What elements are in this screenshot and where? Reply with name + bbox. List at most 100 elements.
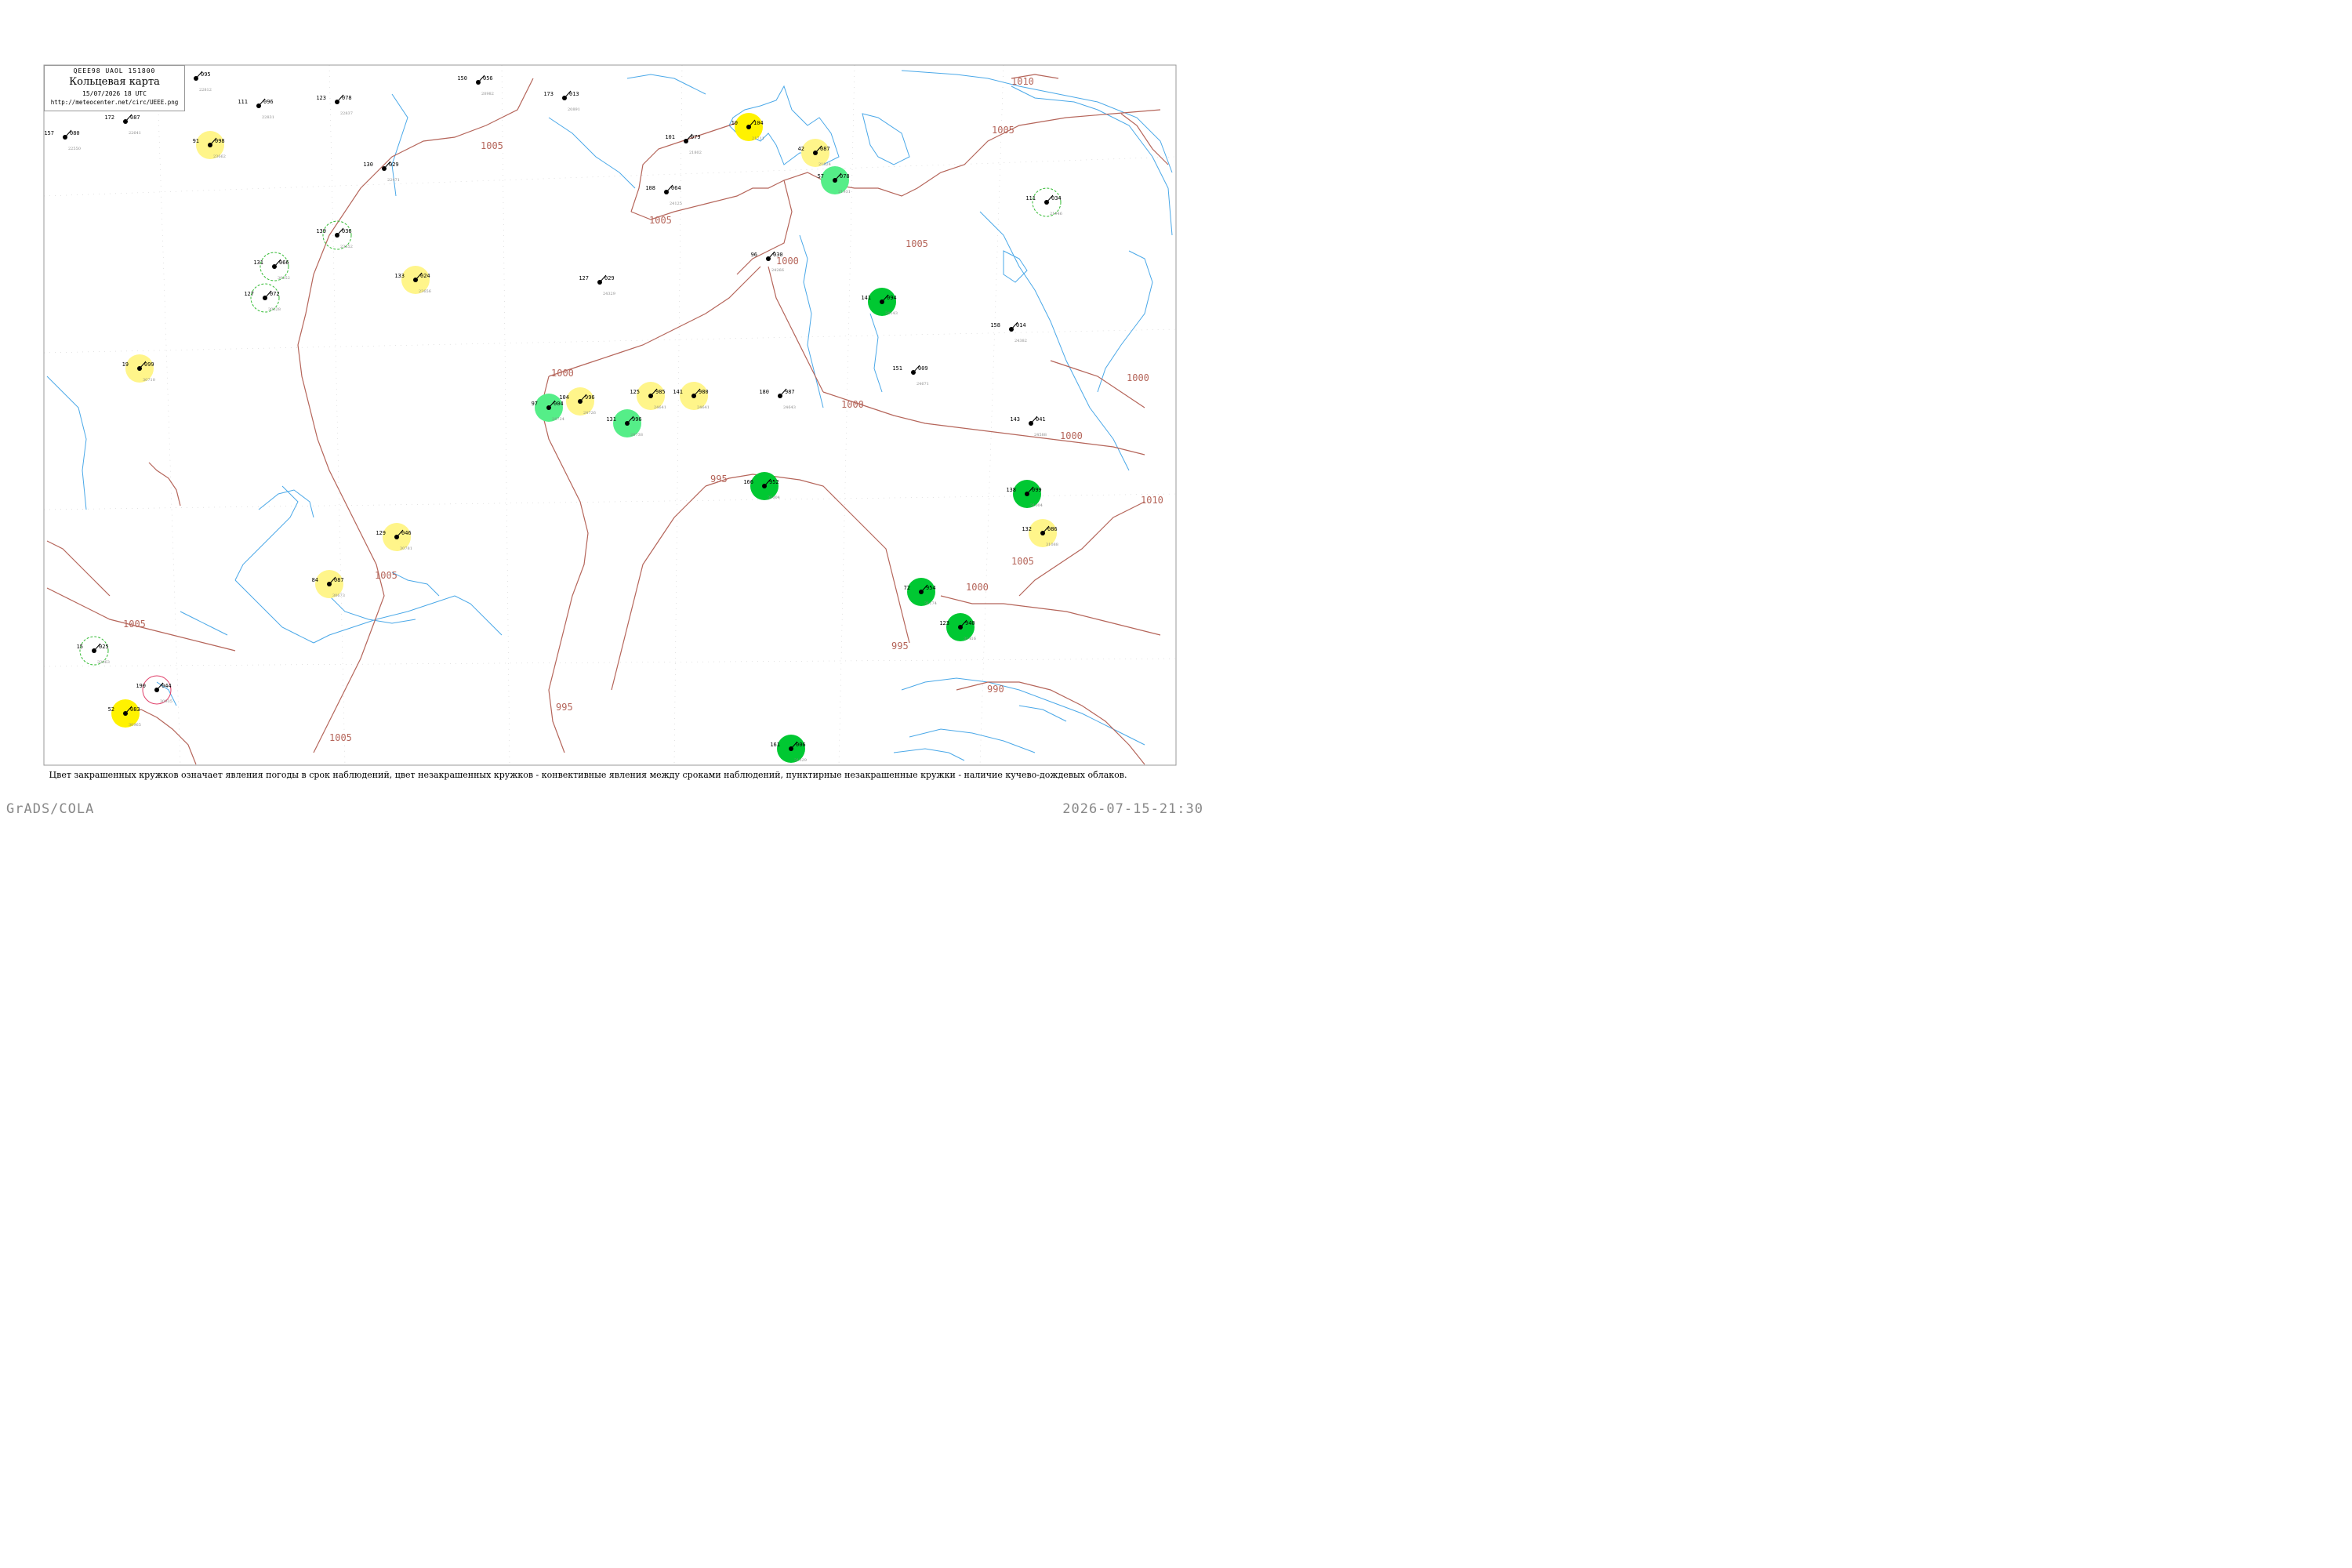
isobar-label: 1005 (906, 238, 928, 249)
station-id: 31004 (768, 495, 780, 500)
station-id: 21824 (818, 162, 831, 167)
station-plot[interactable]: 57 078 21931 (818, 166, 851, 194)
station-pressure: 013 (569, 91, 579, 97)
station-plot[interactable]: 161 006 31329 (770, 735, 807, 763)
station-id: 31329 (794, 758, 807, 763)
station-plot[interactable]: 151 009 24671 (892, 365, 929, 387)
station-id: 24266 (771, 268, 784, 273)
station-plot[interactable]: 104 996 24726 (559, 387, 596, 416)
station-value-left: 91 (193, 138, 199, 144)
source-url[interactable]: http://meteocenter.net/circ/UEEE.png (45, 99, 184, 106)
station-value-left: 180 (759, 389, 769, 395)
station-plot[interactable]: 131 996 24738 (606, 409, 643, 437)
station-pressure: 072 (270, 291, 280, 297)
station-id: 23552 (340, 245, 353, 249)
bulletin-code: QEEE98 UAOL 151800 (73, 67, 156, 74)
station-pressure: 034 (1051, 195, 1062, 201)
station-plot[interactable]: 111 034 21946 (1025, 187, 1062, 217)
station-id: 24588 (1034, 433, 1047, 437)
station-value-left: 101 (665, 134, 675, 140)
station-plot[interactable]: 15 025 32063 (77, 636, 110, 666)
station-plot[interactable]: 157 080 22550 (44, 129, 81, 151)
station-plot[interactable]: 190 044 30935 (136, 675, 172, 705)
station-pressure: 030 (773, 252, 783, 258)
isobar-label: 995 (710, 474, 728, 485)
station-plot[interactable]: 19 099 30710 (122, 354, 155, 383)
station-plot[interactable]: 158 014 24382 (990, 321, 1027, 343)
station-plot[interactable]: 123 940 31416 (939, 613, 976, 641)
isobar-label: 1005 (375, 570, 397, 581)
station-plot[interactable]: 42 087 21824 (798, 139, 831, 167)
station-value-left: 96 (751, 252, 757, 258)
station-plot[interactable]: 125 985 24641 (630, 382, 666, 410)
station-value-left: 104 (559, 394, 569, 401)
station-value-left: 125 (630, 389, 640, 395)
station-plot[interactable]: 10 104 21711 (731, 113, 764, 141)
station-pressure: 996 (632, 416, 642, 423)
station-value-left: 138 (1006, 487, 1016, 493)
isobar-label: 1005 (329, 732, 352, 743)
isobar-label: 1000 (966, 582, 989, 593)
station-plot[interactable]: 108 064 24125 (645, 184, 682, 206)
station-plot[interactable]: 141 094 24143 (861, 288, 898, 316)
station-value-left: 123 (316, 95, 326, 101)
map-date: 15/07/2026 18 UTC (82, 90, 147, 97)
isobar-label: 1005 (481, 140, 503, 151)
station-plot[interactable]: 72 954 31174 (904, 578, 937, 606)
legend-caption: Цвет закрашенных кружков означает явлени… (49, 770, 1127, 780)
station-plot[interactable]: 84 087 30673 (312, 570, 345, 598)
isobar-label: 995 (556, 702, 573, 713)
station-pressure: 066 (279, 260, 289, 266)
station-plot[interactable]: 131 066 30252 (253, 252, 290, 281)
station-id: 31416 (964, 637, 976, 641)
station-id: 24143 (885, 311, 898, 316)
station-plot[interactable]: 172 087 22641 (104, 114, 141, 136)
isobar-label: 1005 (1011, 556, 1034, 567)
station-value-left: 130 (363, 162, 373, 168)
station-pressure: 096 (263, 99, 274, 105)
station-plot[interactable]: 173 013 20891 (543, 90, 580, 112)
station-plot[interactable]: 138 099 31004 (1006, 480, 1043, 508)
station-plot[interactable]: 111 096 22831 (238, 98, 274, 120)
station-id: 24724 (552, 417, 564, 422)
station-pressure: 064 (671, 185, 681, 191)
station-id: 24641 (654, 405, 666, 410)
station-plot[interactable]: 123 078 22837 (316, 94, 353, 116)
station-plot[interactable]: 127 029 24329 (579, 274, 615, 296)
station-pressure: 098 (215, 138, 225, 144)
grid-line (501, 64, 510, 766)
station-value-left: 158 (990, 322, 1000, 328)
station-id: 22641 (129, 131, 141, 136)
station-plot[interactable]: 91 098 23662 (193, 131, 226, 159)
station-value-left: 127 (579, 275, 589, 281)
station-pressure: 083 (130, 706, 140, 713)
isobar-labels: 1010 1005 1005 1005 1005 1005 1005 1005 … (123, 76, 1163, 743)
station-plot[interactable]: 139 036 23552 (316, 220, 353, 250)
station-value-left: 57 (818, 173, 824, 180)
station-plot[interactable]: 180 987 24643 (759, 388, 796, 410)
station-pressure: 952 (769, 479, 779, 485)
station-id: 24382 (1014, 339, 1027, 343)
station-plot[interactable]: 150 056 20982 (457, 74, 494, 96)
station-value-left: 42 (798, 146, 804, 152)
station-pressure: 954 (926, 585, 936, 591)
station-id: 21946 (1050, 212, 1062, 216)
station-plot[interactable]: 129 046 30781 (376, 523, 412, 551)
station-value-left: 111 (238, 99, 248, 105)
station-id: 30673 (332, 593, 345, 598)
station-value-left: 151 (892, 365, 902, 372)
isobar-label: 1005 (992, 125, 1014, 136)
graticule (43, 64, 1177, 766)
station-plot[interactable]: 127 072 30328 (244, 283, 281, 313)
station-value-left: 133 (394, 273, 405, 279)
station-plot[interactable]: 133 024 23656 (394, 266, 431, 294)
station-id: 24643 (783, 405, 796, 410)
map-title: Кольцевая карта (69, 76, 160, 88)
station-id: 22471 (387, 178, 400, 183)
station-plot[interactable]: 132 086 31088 (1022, 519, 1058, 547)
station-value-left: 173 (543, 91, 554, 97)
station-value-left: 150 (457, 75, 467, 82)
station-pressure: 025 (99, 644, 109, 650)
station-plot[interactable]: 52 083 30965 (108, 699, 141, 728)
station-id: 22837 (340, 111, 353, 116)
